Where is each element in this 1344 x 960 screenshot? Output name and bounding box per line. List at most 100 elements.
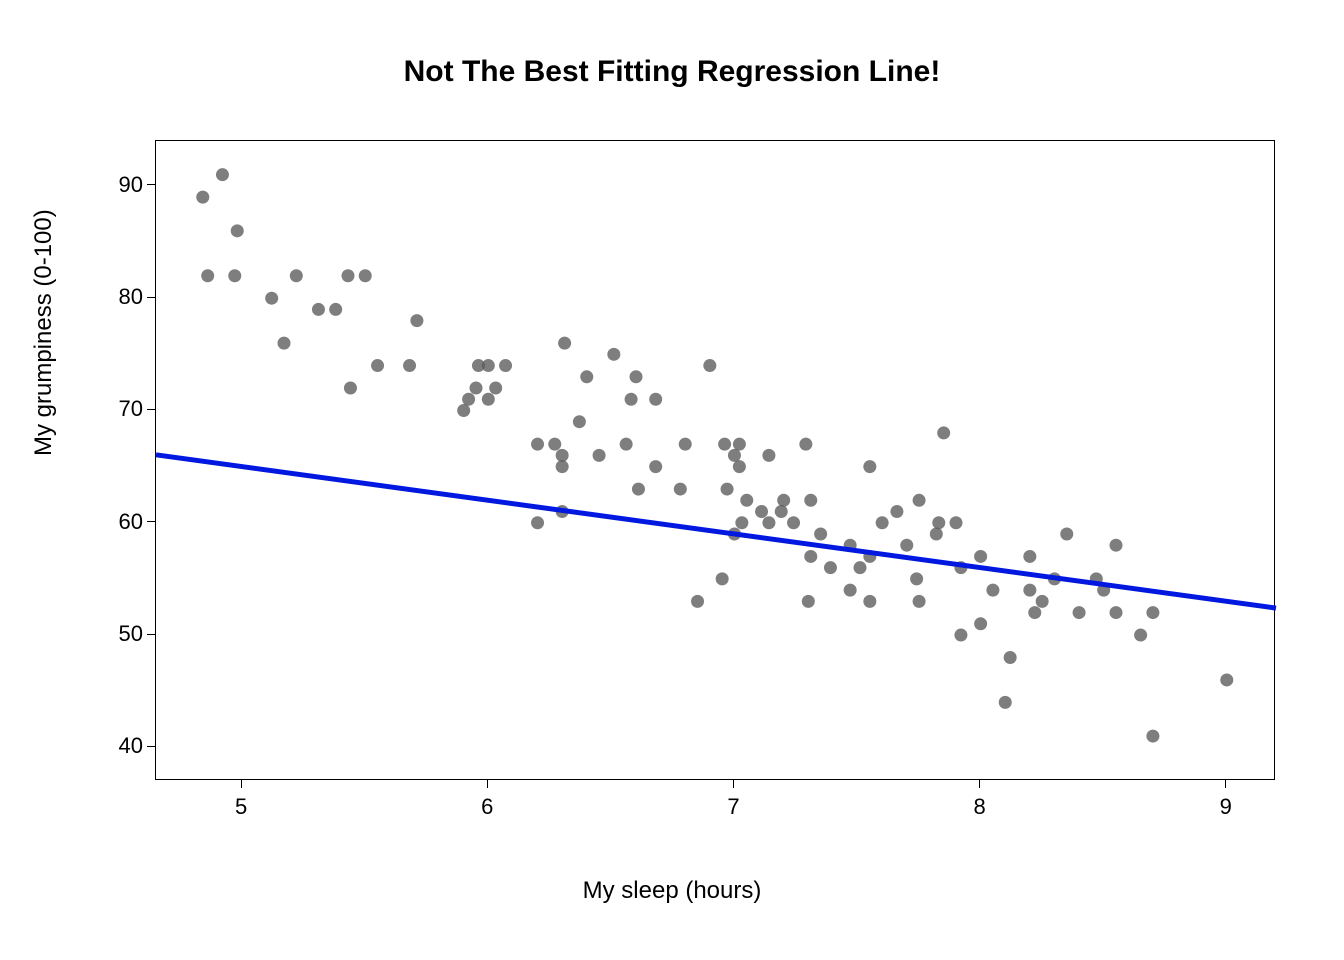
- data-point: [703, 359, 716, 372]
- data-point: [755, 505, 768, 518]
- data-point: [1110, 606, 1123, 619]
- data-point: [290, 269, 303, 282]
- data-point: [814, 527, 827, 540]
- data-point: [824, 561, 837, 574]
- data-point: [728, 449, 741, 462]
- data-point: [1004, 651, 1017, 664]
- regression-line: [156, 455, 1276, 608]
- data-point: [932, 516, 945, 529]
- data-point: [593, 449, 606, 462]
- y-tick-label: 80: [93, 284, 143, 310]
- data-point: [762, 449, 775, 462]
- y-tick-label: 90: [93, 172, 143, 198]
- x-tickmark: [979, 780, 980, 788]
- data-point: [632, 483, 645, 496]
- data-point: [890, 505, 903, 518]
- data-point: [531, 516, 544, 529]
- data-point: [482, 359, 495, 372]
- data-point: [735, 516, 748, 529]
- data-point: [802, 595, 815, 608]
- y-tickmark: [147, 746, 155, 747]
- y-tickmark: [147, 634, 155, 635]
- x-tickmark: [241, 780, 242, 788]
- data-point: [733, 460, 746, 473]
- data-point: [775, 505, 788, 518]
- y-tickmark: [147, 184, 155, 185]
- x-tickmark: [733, 780, 734, 788]
- x-axis-label: My sleep (hours): [0, 877, 1344, 905]
- data-point: [721, 483, 734, 496]
- data-point: [620, 438, 633, 451]
- y-tickmark: [147, 521, 155, 522]
- data-point: [876, 516, 889, 529]
- data-point: [1110, 539, 1123, 552]
- data-point: [556, 460, 569, 473]
- data-point: [679, 438, 692, 451]
- data-point: [1028, 606, 1041, 619]
- data-point: [625, 393, 638, 406]
- data-point: [950, 516, 963, 529]
- data-point: [777, 494, 790, 507]
- data-point: [410, 314, 423, 327]
- y-tickmark: [147, 409, 155, 410]
- data-point: [930, 527, 943, 540]
- x-tickmark: [1225, 780, 1226, 788]
- data-point: [228, 269, 241, 282]
- data-point: [974, 550, 987, 563]
- data-point: [649, 393, 662, 406]
- x-tick-label: 9: [1220, 794, 1232, 820]
- data-point: [986, 584, 999, 597]
- data-point: [954, 629, 967, 642]
- data-point: [312, 303, 325, 316]
- data-point: [718, 438, 731, 451]
- data-point: [359, 269, 372, 282]
- y-tick-label: 70: [93, 396, 143, 422]
- data-point: [548, 438, 561, 451]
- data-point: [674, 483, 687, 496]
- x-tickmark: [487, 780, 488, 788]
- x-tick-label: 7: [727, 794, 739, 820]
- data-point: [844, 584, 857, 597]
- scatter-chart: Not The Best Fitting Regression Line! My…: [0, 0, 1344, 960]
- data-point: [1023, 550, 1036, 563]
- data-point: [804, 494, 817, 507]
- data-point: [1073, 606, 1086, 619]
- data-point: [974, 617, 987, 630]
- data-point: [910, 572, 923, 585]
- data-point: [716, 572, 729, 585]
- data-point: [573, 415, 586, 428]
- data-point: [913, 595, 926, 608]
- data-point: [762, 516, 775, 529]
- data-point: [470, 382, 483, 395]
- data-point: [937, 426, 950, 439]
- data-point: [329, 303, 342, 316]
- data-point: [499, 359, 512, 372]
- data-point: [649, 460, 662, 473]
- data-point: [913, 494, 926, 507]
- data-point: [1220, 673, 1233, 686]
- data-point: [1023, 584, 1036, 597]
- data-point: [804, 550, 817, 563]
- data-point: [999, 696, 1012, 709]
- data-point: [733, 438, 746, 451]
- data-point: [863, 595, 876, 608]
- data-point: [787, 516, 800, 529]
- data-point: [531, 438, 544, 451]
- x-tick-label: 8: [973, 794, 985, 820]
- data-point: [201, 269, 214, 282]
- chart-title: Not The Best Fitting Regression Line!: [0, 55, 1344, 89]
- y-tick-label: 40: [93, 733, 143, 759]
- y-tick-label: 50: [93, 621, 143, 647]
- data-point: [1134, 629, 1147, 642]
- data-point: [580, 370, 593, 383]
- data-point: [556, 449, 569, 462]
- data-point: [196, 191, 209, 204]
- data-point: [457, 404, 470, 417]
- data-point: [265, 292, 278, 305]
- data-point: [489, 382, 502, 395]
- data-point: [630, 370, 643, 383]
- data-point: [854, 561, 867, 574]
- y-tick-label: 60: [93, 509, 143, 535]
- data-point: [371, 359, 384, 372]
- data-point: [1146, 606, 1159, 619]
